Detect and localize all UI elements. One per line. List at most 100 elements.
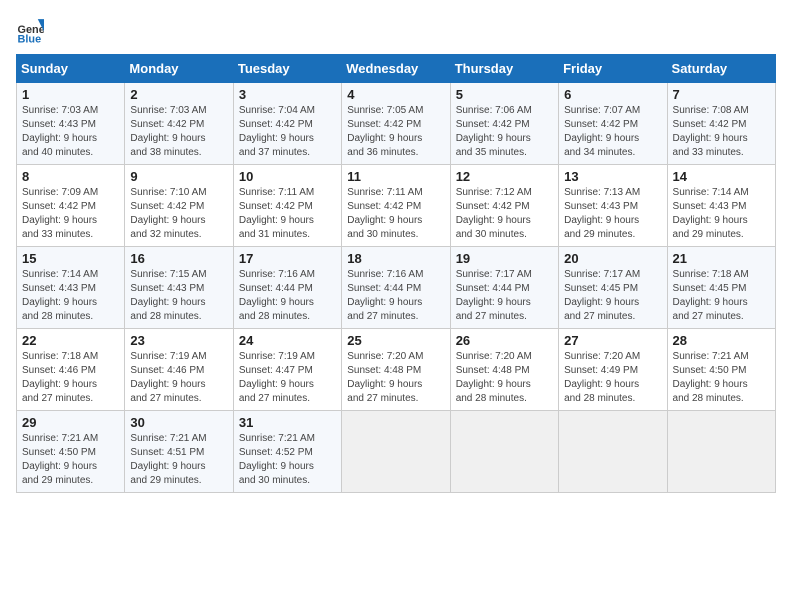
- day-info: Sunrise: 7:21 AM Sunset: 4:51 PM Dayligh…: [130, 432, 227, 488]
- day-number: 14: [673, 169, 770, 184]
- day-info: Sunrise: 7:17 AM Sunset: 4:44 PM Dayligh…: [456, 268, 553, 324]
- day-number: 22: [22, 333, 119, 348]
- col-header-sunday: Sunday: [17, 55, 125, 83]
- day-info: Sunrise: 7:11 AM Sunset: 4:42 PM Dayligh…: [347, 186, 444, 242]
- day-info: Sunrise: 7:20 AM Sunset: 4:48 PM Dayligh…: [456, 350, 553, 406]
- day-number: 24: [239, 333, 336, 348]
- day-info: Sunrise: 7:13 AM Sunset: 4:43 PM Dayligh…: [564, 186, 661, 242]
- day-info: Sunrise: 7:21 AM Sunset: 4:52 PM Dayligh…: [239, 432, 336, 488]
- day-info: Sunrise: 7:03 AM Sunset: 4:43 PM Dayligh…: [22, 104, 119, 160]
- day-number: 6: [564, 87, 661, 102]
- calendar-day-cell: 30 Sunrise: 7:21 AM Sunset: 4:51 PM Dayli…: [125, 411, 233, 493]
- day-number: 16: [130, 251, 227, 266]
- day-number: 29: [22, 415, 119, 430]
- day-info: Sunrise: 7:16 AM Sunset: 4:44 PM Dayligh…: [347, 268, 444, 324]
- calendar-day-cell: 23Sunrise: 7:19 AM Sunset: 4:46 PM Dayli…: [125, 329, 233, 411]
- day-info: Sunrise: 7:07 AM Sunset: 4:42 PM Dayligh…: [564, 104, 661, 160]
- day-number: 13: [564, 169, 661, 184]
- day-number: 9: [130, 169, 227, 184]
- day-number: 30: [130, 415, 227, 430]
- day-info: Sunrise: 7:19 AM Sunset: 4:47 PM Dayligh…: [239, 350, 336, 406]
- day-info: Sunrise: 7:19 AM Sunset: 4:46 PM Dayligh…: [130, 350, 227, 406]
- day-info: Sunrise: 7:21 AM Sunset: 4:50 PM Dayligh…: [673, 350, 770, 406]
- col-header-wednesday: Wednesday: [342, 55, 450, 83]
- day-info: Sunrise: 7:21 AM Sunset: 4:50 PM Dayligh…: [22, 432, 119, 488]
- calendar-day-cell: [450, 411, 558, 493]
- day-number: 7: [673, 87, 770, 102]
- page-header: General Blue: [16, 16, 776, 44]
- day-info: Sunrise: 7:03 AM Sunset: 4:42 PM Dayligh…: [130, 104, 227, 160]
- calendar-day-cell: 11 Sunrise: 7:11 AM Sunset: 4:42 PM Dayli…: [342, 165, 450, 247]
- day-number: 10: [239, 169, 336, 184]
- col-header-tuesday: Tuesday: [233, 55, 341, 83]
- calendar-day-cell: 3 Sunrise: 7:04 AM Sunset: 4:42 PM Daylig…: [233, 83, 341, 165]
- calendar-day-cell: 2 Sunrise: 7:03 AM Sunset: 4:42 PM Daylig…: [125, 83, 233, 165]
- day-number: 27: [564, 333, 661, 348]
- calendar-day-cell: 7 Sunrise: 7:08 AM Sunset: 4:42 PM Daylig…: [667, 83, 775, 165]
- col-header-thursday: Thursday: [450, 55, 558, 83]
- svg-text:Blue: Blue: [18, 33, 42, 44]
- calendar-day-cell: 5Sunrise: 7:06 AM Sunset: 4:42 PM Daylig…: [450, 83, 558, 165]
- day-number: 19: [456, 251, 553, 266]
- calendar-header-row: SundayMondayTuesdayWednesdayThursdayFrid…: [17, 55, 776, 83]
- calendar-week-row: 22 Sunrise: 7:18 AM Sunset: 4:46 PM Dayli…: [17, 329, 776, 411]
- day-number: 8: [22, 169, 119, 184]
- calendar-day-cell: 26 Sunrise: 7:20 AM Sunset: 4:48 PM Dayli…: [450, 329, 558, 411]
- calendar-day-cell: 22 Sunrise: 7:18 AM Sunset: 4:46 PM Dayli…: [17, 329, 125, 411]
- calendar-week-row: 29 Sunrise: 7:21 AM Sunset: 4:50 PM Dayli…: [17, 411, 776, 493]
- calendar-day-cell: 4Sunrise: 7:05 AM Sunset: 4:42 PM Daylig…: [342, 83, 450, 165]
- logo: General Blue: [16, 16, 48, 44]
- day-number: 18: [347, 251, 444, 266]
- day-number: 12: [456, 169, 553, 184]
- calendar-day-cell: 17Sunrise: 7:16 AM Sunset: 4:44 PM Dayli…: [233, 247, 341, 329]
- calendar-day-cell: 21 Sunrise: 7:18 AM Sunset: 4:45 PM Dayli…: [667, 247, 775, 329]
- day-info: Sunrise: 7:11 AM Sunset: 4:42 PM Dayligh…: [239, 186, 336, 242]
- calendar-day-cell: 27 Sunrise: 7:20 AM Sunset: 4:49 PM Dayli…: [559, 329, 667, 411]
- calendar-day-cell: [667, 411, 775, 493]
- calendar-day-cell: 24 Sunrise: 7:19 AM Sunset: 4:47 PM Dayli…: [233, 329, 341, 411]
- col-header-friday: Friday: [559, 55, 667, 83]
- day-number: 1: [22, 87, 119, 102]
- day-number: 31: [239, 415, 336, 430]
- day-info: Sunrise: 7:18 AM Sunset: 4:45 PM Dayligh…: [673, 268, 770, 324]
- day-info: Sunrise: 7:08 AM Sunset: 4:42 PM Dayligh…: [673, 104, 770, 160]
- day-info: Sunrise: 7:20 AM Sunset: 4:49 PM Dayligh…: [564, 350, 661, 406]
- day-number: 15: [22, 251, 119, 266]
- day-info: Sunrise: 7:14 AM Sunset: 4:43 PM Dayligh…: [22, 268, 119, 324]
- day-number: 2: [130, 87, 227, 102]
- calendar-day-cell: 10 Sunrise: 7:11 AM Sunset: 4:42 PM Dayli…: [233, 165, 341, 247]
- day-number: 28: [673, 333, 770, 348]
- calendar-table: SundayMondayTuesdayWednesdayThursdayFrid…: [16, 54, 776, 493]
- calendar-week-row: 1 Sunrise: 7:03 AM Sunset: 4:43 PM Daylig…: [17, 83, 776, 165]
- calendar-day-cell: 15 Sunrise: 7:14 AM Sunset: 4:43 PM Dayli…: [17, 247, 125, 329]
- day-number: 25: [347, 333, 444, 348]
- calendar-day-cell: 6 Sunrise: 7:07 AM Sunset: 4:42 PM Daylig…: [559, 83, 667, 165]
- calendar-day-cell: 8 Sunrise: 7:09 AM Sunset: 4:42 PM Daylig…: [17, 165, 125, 247]
- calendar-day-cell: 12 Sunrise: 7:12 AM Sunset: 4:42 PM Dayli…: [450, 165, 558, 247]
- calendar-day-cell: 18 Sunrise: 7:16 AM Sunset: 4:44 PM Dayli…: [342, 247, 450, 329]
- calendar-day-cell: 9Sunrise: 7:10 AM Sunset: 4:42 PM Daylig…: [125, 165, 233, 247]
- calendar-week-row: 8 Sunrise: 7:09 AM Sunset: 4:42 PM Daylig…: [17, 165, 776, 247]
- calendar-day-cell: 25Sunrise: 7:20 AM Sunset: 4:48 PM Dayli…: [342, 329, 450, 411]
- day-number: 3: [239, 87, 336, 102]
- calendar-day-cell: [342, 411, 450, 493]
- day-number: 4: [347, 87, 444, 102]
- calendar-day-cell: 14 Sunrise: 7:14 AM Sunset: 4:43 PM Dayli…: [667, 165, 775, 247]
- calendar-day-cell: 19 Sunrise: 7:17 AM Sunset: 4:44 PM Dayli…: [450, 247, 558, 329]
- calendar-day-cell: [559, 411, 667, 493]
- day-number: 20: [564, 251, 661, 266]
- day-number: 21: [673, 251, 770, 266]
- day-info: Sunrise: 7:09 AM Sunset: 4:42 PM Dayligh…: [22, 186, 119, 242]
- day-info: Sunrise: 7:12 AM Sunset: 4:42 PM Dayligh…: [456, 186, 553, 242]
- day-info: Sunrise: 7:14 AM Sunset: 4:43 PM Dayligh…: [673, 186, 770, 242]
- logo-icon: General Blue: [16, 16, 44, 44]
- day-number: 5: [456, 87, 553, 102]
- calendar-day-cell: 16Sunrise: 7:15 AM Sunset: 4:43 PM Dayli…: [125, 247, 233, 329]
- day-number: 11: [347, 169, 444, 184]
- col-header-saturday: Saturday: [667, 55, 775, 83]
- day-info: Sunrise: 7:18 AM Sunset: 4:46 PM Dayligh…: [22, 350, 119, 406]
- day-info: Sunrise: 7:17 AM Sunset: 4:45 PM Dayligh…: [564, 268, 661, 324]
- day-info: Sunrise: 7:04 AM Sunset: 4:42 PM Dayligh…: [239, 104, 336, 160]
- calendar-week-row: 15 Sunrise: 7:14 AM Sunset: 4:43 PM Dayli…: [17, 247, 776, 329]
- day-number: 26: [456, 333, 553, 348]
